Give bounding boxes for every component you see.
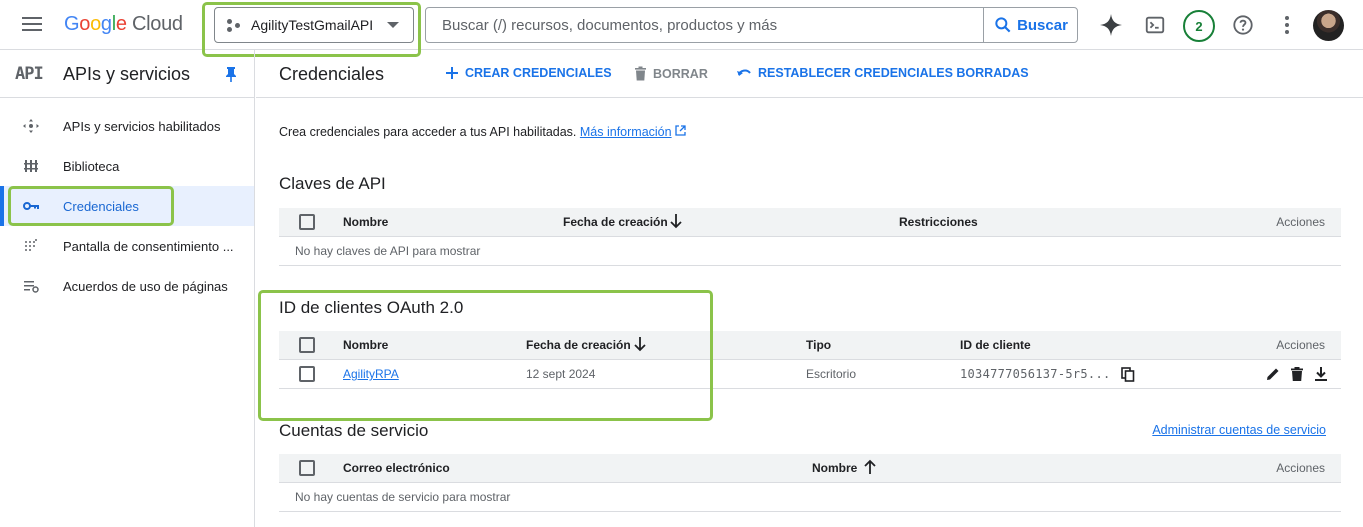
key-icon	[23, 202, 39, 210]
arrow-down-icon[interactable]	[669, 213, 683, 229]
sidebar-item-label: Acuerdos de uso de páginas	[63, 278, 228, 294]
table-row: No hay claves de API para mostrar	[279, 237, 1341, 266]
col-created[interactable]: Fecha de creación	[563, 215, 668, 229]
col-name[interactable]: Nombre	[812, 461, 857, 475]
sidebar-item-page-usage[interactable]: Acuerdos de uso de páginas	[0, 266, 254, 306]
row-actions	[1265, 366, 1329, 382]
sidebar-item-label: APIs y servicios habilitados	[63, 118, 221, 134]
help-icon[interactable]	[1231, 13, 1255, 37]
client-type: Escritorio	[806, 367, 857, 381]
client-id: 1034777056137-5r5...	[960, 367, 1111, 381]
learn-more-link[interactable]: Más información	[580, 125, 672, 139]
create-credentials-button[interactable]: CREAR CREDENCIALES	[445, 66, 612, 80]
notifications-badge[interactable]: 2	[1183, 10, 1215, 42]
project-name: AgilityTestGmailAPI	[251, 17, 374, 33]
edit-icon[interactable]	[1265, 366, 1281, 382]
table-row: AgilityRPA 12 sept 2024 Escritorio 10347…	[279, 360, 1341, 389]
search-icon	[995, 17, 1011, 33]
pin-icon[interactable]	[224, 66, 238, 82]
sidebar-item-credentials[interactable]: Credenciales	[0, 186, 254, 226]
col-actions: Acciones	[1276, 215, 1325, 229]
select-all-checkbox[interactable]	[299, 337, 315, 353]
main-header: Credenciales CREAR CREDENCIALES BORRAR R…	[256, 50, 1363, 98]
intro-text-row: Crea credenciales para acceder a tus API…	[279, 125, 686, 139]
col-email[interactable]: Correo electrónico	[343, 461, 450, 475]
sidebar-item-consent[interactable]: Pantalla de consentimiento ...	[0, 226, 254, 266]
search-button[interactable]: Buscar	[983, 8, 1077, 42]
api-logo: API	[15, 64, 44, 84]
manage-service-accounts-link[interactable]: Administrar cuentas de servicio	[1152, 423, 1326, 437]
col-actions: Acciones	[1276, 461, 1325, 475]
col-type: Tipo	[806, 338, 832, 352]
empty-message: No hay claves de API para mostrar	[295, 244, 481, 258]
gemini-sparkle-icon[interactable]	[1099, 13, 1123, 37]
col-created[interactable]: Fecha de creación	[526, 338, 631, 352]
sidebar: API APIs y servicios APIs y servicios ha…	[0, 50, 255, 527]
table-header: Correo electrónico Nombre Acciones	[279, 454, 1341, 483]
cloud-shell-icon[interactable]	[1143, 13, 1167, 37]
page-title: Credenciales	[279, 64, 385, 84]
arrow-up-icon[interactable]	[863, 459, 877, 475]
more-vert-icon[interactable]	[1275, 13, 1299, 37]
library-icon	[24, 160, 38, 172]
search-button-label: Buscar	[1017, 16, 1068, 34]
intro-text: Crea credenciales para acceder a tus API…	[279, 125, 577, 139]
avatar[interactable]	[1313, 10, 1344, 41]
table-row: No hay cuentas de servicio para mostrar	[279, 483, 1341, 512]
download-icon[interactable]	[1313, 366, 1329, 382]
api-keys-title: Claves de API	[279, 174, 386, 193]
restore-icon	[737, 69, 751, 76]
table-header: Nombre Fecha de creación Restricciones A…	[279, 208, 1341, 237]
chevron-down-icon	[387, 22, 399, 28]
empty-message: No hay cuentas de servicio para mostrar	[295, 490, 511, 504]
sidebar-title: APIs y servicios	[63, 64, 191, 84]
add-icon	[446, 67, 458, 79]
sidebar-header: API APIs y servicios	[0, 50, 254, 98]
search-bar: Buscar	[425, 7, 1078, 43]
select-all-checkbox[interactable]	[299, 460, 315, 476]
sidebar-item-apis[interactable]: APIs y servicios habilitados	[0, 106, 254, 146]
trash-icon	[635, 66, 646, 81]
sidebar-item-label: Biblioteca	[63, 158, 120, 174]
sidebar-item-label: Pantalla de consentimiento ...	[63, 238, 234, 254]
col-restrictions: Restricciones	[899, 215, 978, 229]
col-actions: Acciones	[1276, 338, 1325, 352]
oauth-title: ID de clientes OAuth 2.0	[279, 298, 464, 317]
external-link-icon	[675, 125, 686, 136]
search-input[interactable]	[426, 8, 983, 42]
delete-button[interactable]: BORRAR	[634, 66, 708, 81]
apis-icon	[23, 119, 39, 133]
copy-icon[interactable]	[1121, 367, 1135, 382]
google-cloud-logo[interactable]: Google Cloud	[64, 13, 183, 36]
restore-credentials-label: RESTABLECER CREDENCIALES BORRADAS	[758, 66, 1029, 80]
main-content: Credenciales CREAR CREDENCIALES BORRAR R…	[256, 50, 1363, 527]
client-created: 12 sept 2024	[526, 367, 596, 381]
client-name-link[interactable]: AgilityRPA	[343, 367, 399, 381]
delete-icon[interactable]	[1289, 366, 1305, 382]
project-icon	[227, 18, 241, 32]
col-name[interactable]: Nombre	[343, 338, 388, 352]
delete-label: BORRAR	[653, 66, 708, 81]
consent-icon	[25, 239, 37, 251]
sidebar-item-label: Credenciales	[63, 198, 139, 214]
table-header: Nombre Fecha de creación Tipo ID de clie…	[279, 331, 1341, 360]
hamburger-menu-icon[interactable]	[20, 14, 44, 36]
col-name[interactable]: Nombre	[343, 215, 388, 229]
create-credentials-label: CREAR CREDENCIALES	[465, 66, 612, 80]
select-all-checkbox[interactable]	[299, 214, 315, 230]
restore-credentials-button[interactable]: RESTABLECER CREDENCIALES BORRADAS	[736, 66, 1029, 80]
settings-list-icon	[24, 281, 39, 293]
arrow-down-icon[interactable]	[633, 336, 647, 352]
top-bar: Google Cloud AgilityTestGmailAPI Buscar …	[0, 0, 1363, 50]
service-accounts-title: Cuentas de servicio	[279, 421, 429, 440]
project-selector[interactable]: AgilityTestGmailAPI	[214, 7, 414, 43]
logo-cloud-text: Cloud	[132, 13, 183, 35]
sidebar-item-library[interactable]: Biblioteca	[0, 146, 254, 186]
col-client-id: ID de cliente	[960, 338, 1031, 352]
row-checkbox[interactable]	[299, 366, 315, 382]
